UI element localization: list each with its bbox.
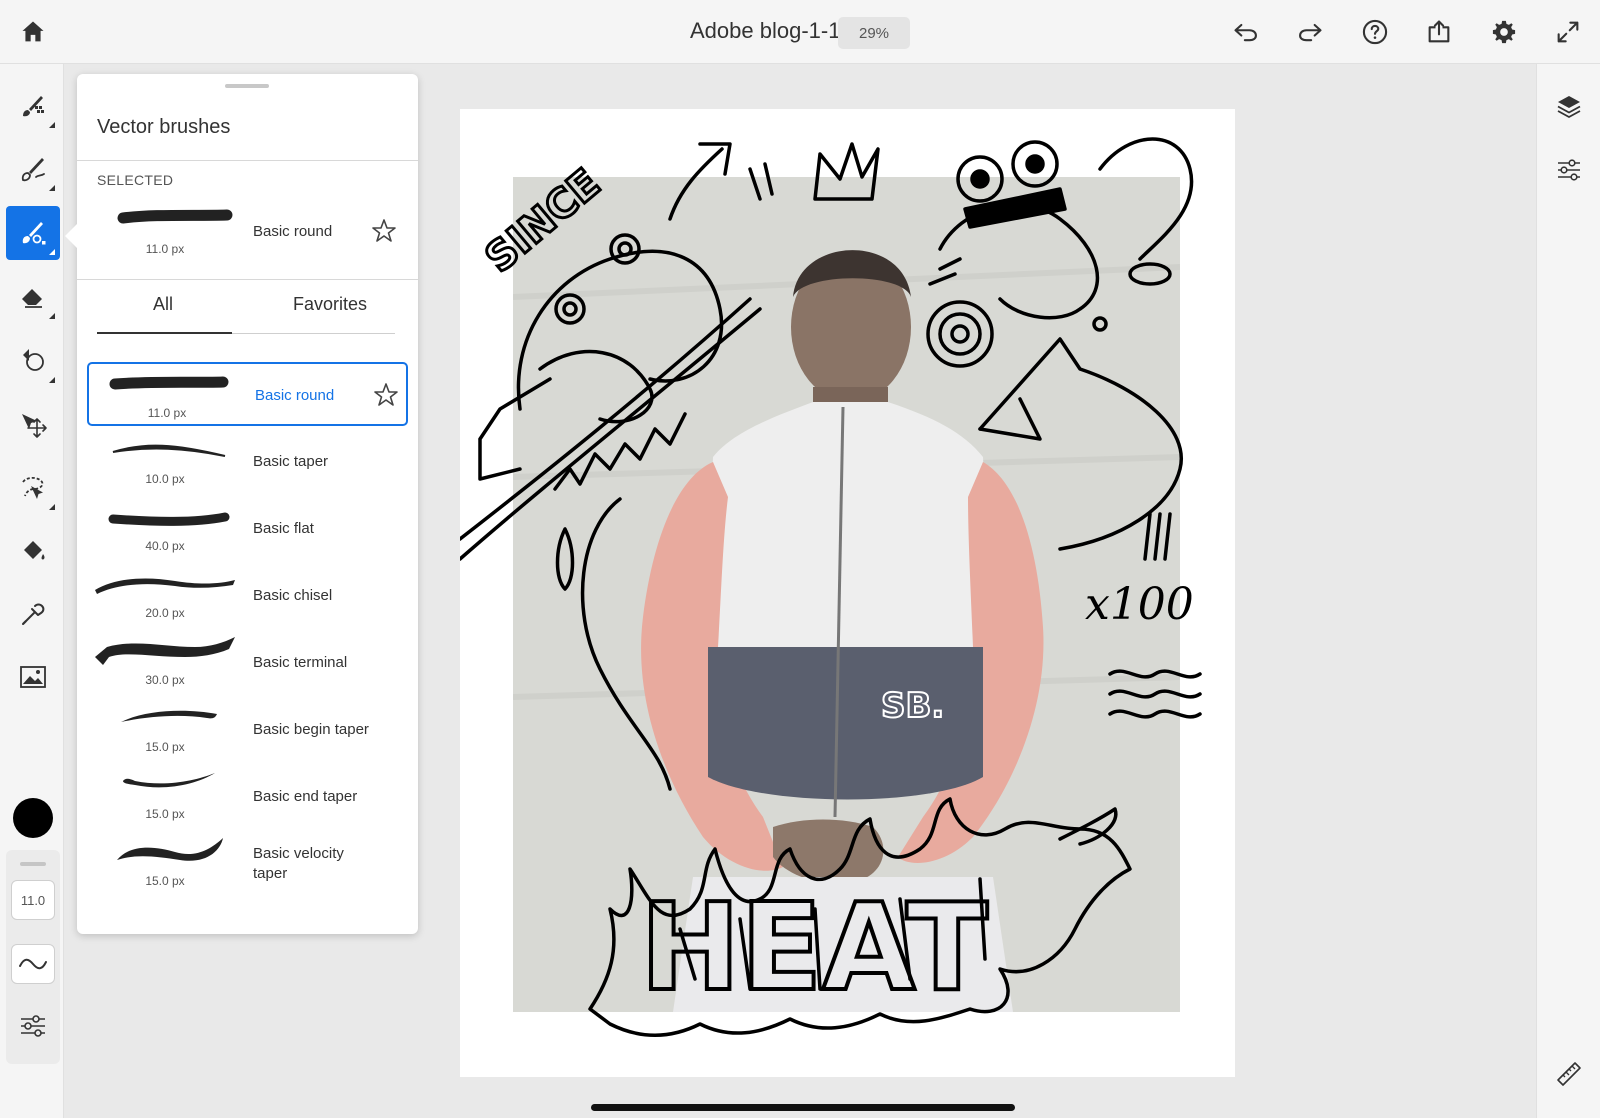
- undo-icon[interactable]: [1228, 14, 1264, 50]
- brush-stroke-preview: [95, 578, 235, 594]
- brush-size: 10.0 px: [145, 472, 185, 486]
- brush-item-basic-flat[interactable]: 40.0 px Basic flat: [87, 497, 408, 561]
- home-icon[interactable]: [15, 14, 51, 50]
- ruler-icon[interactable]: [1551, 1056, 1587, 1092]
- brush-size: 11.0 px: [145, 242, 185, 256]
- eraser-icon[interactable]: [6, 270, 60, 324]
- brush-item-basic-end-taper[interactable]: 15.0 px Basic end taper: [87, 765, 408, 829]
- x100-text: x100: [1085, 579, 1194, 630]
- brush-item-basic-round[interactable]: 11.0 px Basic round: [87, 362, 408, 426]
- zoom-level[interactable]: 29%: [838, 17, 910, 49]
- settings-icon[interactable]: [1486, 14, 1522, 50]
- selection-icon[interactable]: [6, 461, 60, 515]
- divider: [77, 160, 418, 161]
- divider: [77, 279, 418, 280]
- help-icon[interactable]: [1357, 14, 1393, 50]
- share-icon[interactable]: [1421, 14, 1457, 50]
- brush-options-button[interactable]: [11, 1004, 55, 1048]
- brush-name: Basic round: [255, 387, 335, 404]
- vector-brush-icon[interactable]: [6, 206, 60, 260]
- brush-name: Basic end taper: [253, 788, 358, 805]
- fill-icon[interactable]: [6, 524, 60, 578]
- brush-stroke-preview: [117, 838, 223, 861]
- document-title[interactable]: Adobe blog-1-1: [690, 18, 840, 44]
- vector-brushes-panel: Vector brushes SELECTED 11.0 px Basic ro…: [65, 74, 418, 934]
- brush-size-field[interactable]: 11.0: [11, 880, 55, 920]
- wave-icon: [19, 958, 47, 970]
- brush-size: 40.0 px: [145, 539, 185, 553]
- panel-title: Vector brushes: [97, 116, 231, 138]
- brush-item-basic-velocity-taper[interactable]: 15.0 px Basic velocity taper: [87, 832, 408, 896]
- tab-favorites[interactable]: Favorites: [293, 294, 367, 315]
- brush-name: Basic taper: [253, 453, 329, 470]
- fullscreen-icon[interactable]: [1550, 14, 1586, 50]
- brush-stroke-preview: [121, 710, 217, 722]
- left-toolbar: 11.0: [0, 64, 64, 1118]
- panel-drag-handle[interactable]: [225, 84, 269, 88]
- tab-all[interactable]: All: [153, 294, 173, 315]
- brush-name: Basic chisel: [253, 587, 333, 604]
- layer-properties-icon[interactable]: [1551, 152, 1587, 188]
- group-handle[interactable]: [20, 862, 46, 866]
- brush-stroke-preview: [123, 773, 215, 788]
- brush-item-basic-terminal[interactable]: 30.0 px Basic terminal: [87, 631, 408, 695]
- color-swatch[interactable]: [13, 798, 53, 838]
- brush-size: 15.0 px: [145, 874, 185, 888]
- brush-settings-group: 11.0: [6, 850, 60, 1064]
- brush-size: 15.0 px: [145, 807, 185, 821]
- brush-stroke-preview: [109, 376, 229, 390]
- pixel-brush-icon[interactable]: [6, 79, 60, 133]
- brush-item-basic-chisel[interactable]: 20.0 px Basic chisel: [87, 564, 408, 628]
- selected-section-label: SELECTED: [97, 172, 174, 188]
- brush-name: Basic round: [253, 223, 333, 240]
- image-icon[interactable]: [6, 650, 60, 704]
- star-icon[interactable]: [372, 381, 400, 409]
- eyedropper-icon[interactable]: [6, 587, 60, 641]
- star-icon[interactable]: [370, 217, 398, 245]
- brush-size: 20.0 px: [145, 606, 185, 620]
- live-brush-icon[interactable]: [6, 142, 60, 196]
- brush-stroke-preview: [117, 209, 233, 224]
- brush-name: Basic begin taper: [253, 721, 369, 738]
- panel-pointer: [65, 224, 77, 248]
- brush-stroke-preview: [108, 512, 230, 526]
- brush-name: Basic flat: [253, 520, 314, 537]
- layers-icon[interactable]: [1551, 88, 1587, 124]
- artboard[interactable]: SB. SINCE x100 HEAT: [460, 109, 1235, 1077]
- shape-icon[interactable]: [6, 334, 60, 388]
- brush-smoothing-button[interactable]: [11, 944, 55, 984]
- tab-active-indicator: [97, 332, 232, 334]
- right-toolbar: [1536, 64, 1600, 1118]
- selected-brush[interactable]: 11.0 px Basic round: [87, 200, 408, 264]
- heat-text: HEAT: [640, 879, 988, 1018]
- brush-size: 30.0 px: [145, 673, 185, 687]
- redo-icon[interactable]: [1292, 14, 1328, 50]
- brush-size: 11.0 px: [147, 406, 187, 420]
- brush-size: 15.0 px: [145, 740, 185, 754]
- brush-name: Basic terminal: [253, 654, 348, 671]
- brush-item-basic-taper[interactable]: 10.0 px Basic taper: [87, 430, 408, 494]
- brush-item-basic-begin-taper[interactable]: 15.0 px Basic begin taper: [87, 698, 408, 762]
- transform-icon[interactable]: [6, 398, 60, 452]
- brush-name: Basic velocity taper: [253, 845, 344, 882]
- brush-stroke-preview: [95, 637, 235, 665]
- since-text: SINCE: [477, 160, 609, 281]
- sliders-icon: [21, 1015, 45, 1037]
- home-indicator[interactable]: [591, 1104, 1015, 1111]
- brush-stroke-preview: [112, 444, 226, 457]
- doodle-layer: SINCE x100 HEAT: [460, 137, 1202, 1037]
- top-bar: Adobe blog-1-1 29%: [0, 0, 1600, 64]
